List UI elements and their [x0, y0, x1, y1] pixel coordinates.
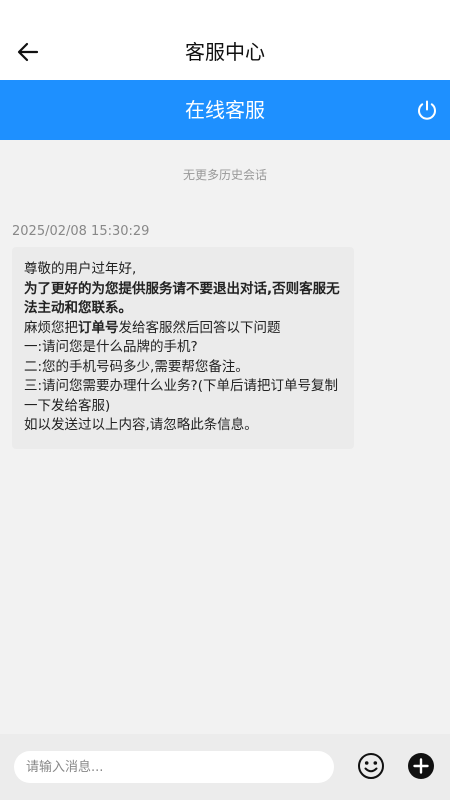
- message-line: 如以发送过以上内容,请忽略此条信息。: [24, 417, 258, 433]
- message-timestamp: 2025/02/08 15:30:29: [12, 224, 150, 239]
- order-number-emphasis: 订单号: [78, 319, 119, 336]
- message-line: 尊敬的用户过年好,: [24, 261, 137, 277]
- page-title: 客服中心: [185, 40, 265, 64]
- service-title: 在线客服: [185, 98, 265, 122]
- power-button[interactable]: [414, 97, 440, 123]
- message-input[interactable]: [14, 751, 334, 783]
- no-history-label: 无更多历史会话: [182, 168, 267, 182]
- message-line: 麻烦您把订单号发给客服然后回答以下问题: [24, 319, 342, 339]
- message-line: 二:您的手机号码多少,需要帮您备注。: [24, 358, 249, 375]
- message-line: 三:请问您需要办理什么业务?(下单后请把订单号复制一下发给客服): [24, 378, 338, 414]
- plus-icon: [408, 753, 434, 779]
- message-text: 麻烦您把: [24, 319, 78, 336]
- message-line-bold: 为了更好的为您提供服务请不要退出对话,否则客服无法主动和您联系。: [24, 280, 340, 317]
- add-button[interactable]: [407, 752, 435, 780]
- power-icon: [418, 100, 436, 120]
- message-text: 发给客服然后回答以下问题: [118, 319, 281, 336]
- emoji-icon: [358, 753, 384, 779]
- service-bar: 在线客服: [0, 80, 450, 140]
- emoji-button[interactable]: [357, 752, 385, 780]
- message-bubble: 尊敬的用户过年好, 为了更好的为您提供服务请不要退出对话,否则客服无法主动和您联…: [12, 247, 354, 449]
- chat-area[interactable]: 无更多历史会话 2025/02/08 15:30:29 尊敬的用户过年好, 为了…: [0, 140, 450, 734]
- message-line: 一:请问您是什么品牌的手机?: [24, 339, 198, 355]
- top-app-bar: 客服中心: [0, 0, 450, 80]
- input-bar: [0, 734, 450, 800]
